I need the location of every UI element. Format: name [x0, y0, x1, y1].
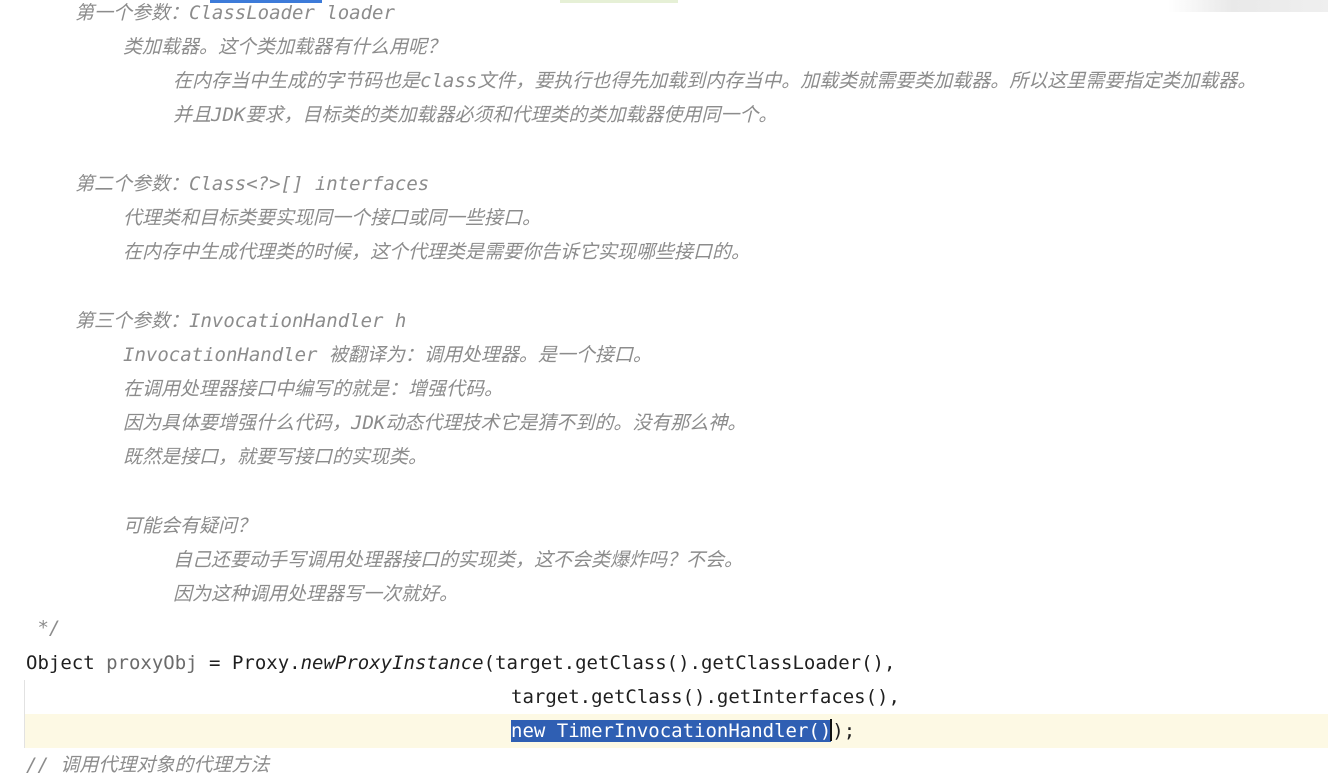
text-selection[interactable]: new TimerInvocationHandler() [511, 720, 832, 742]
comment-question-line1: 自己还要动手写调用处理器接口的实现类，这不会类爆炸吗？不会。 [173, 549, 744, 571]
comment-p3-title: 第三个参数：InvocationHandler h [75, 310, 407, 332]
comment-p3-line2: 在调用处理器接口中编写的就是：增强代码。 [123, 378, 504, 400]
variable-proxyobj: proxyObj [106, 652, 198, 674]
code-line-proxy-instance[interactable]: Object proxyObj = Proxy.newProxyInstance… [26, 646, 895, 680]
comment-p3-line3: 因为具体要增强什么代码，JDK动态代理技术它是猜不到的。没有那么神。 [123, 412, 747, 434]
comment-p1-line1: 类加载器。这个类加载器有什么用呢？ [123, 36, 447, 58]
indent-guide [24, 680, 25, 748]
comment-question-title: 可能会有疑问？ [123, 515, 257, 537]
comment-p2-line1: 代理类和目标类要实现同一个接口或同一些接口。 [123, 207, 542, 229]
comment-p1-title: 第一个参数：ClassLoader loader [75, 2, 395, 24]
comment-p2-line2: 在内存中生成代理类的时候，这个代理类是需要你告诉它实现哪些接口的。 [123, 241, 751, 263]
comment-question-line2: 因为这种调用处理器写一次就好。 [173, 583, 459, 605]
code-line-interfaces[interactable]: target.getClass().getInterfaces(), [511, 680, 900, 714]
comment-close: */ [26, 617, 61, 639]
method-newproxyinstance: newProxyInstance [300, 652, 484, 674]
comment-p3-line4: 既然是接口，就要写接口的实现类。 [123, 446, 428, 468]
comment-p3-line1: InvocationHandler 被翻译为：调用处理器。是一个接口。 [123, 344, 652, 366]
comment-p1-line2: 在内存当中生成的字节码也是class文件，要执行也得先加载到内存当中。加载类就需… [173, 70, 1257, 92]
highlight-strip [560, 0, 678, 3]
code-editor[interactable]: 第一个参数：ClassLoader loader 类加载器。这个类加载器有什么用… [0, 0, 1328, 783]
code-comment-call-proxy: // 调用代理对象的代理方法 [26, 754, 270, 776]
comment-p2-title: 第二个参数：Class<?>[] interfaces [75, 173, 430, 195]
type-object: Object [26, 652, 95, 674]
code-line-handler[interactable]: new TimerInvocationHandler()); [511, 714, 855, 748]
watermark [1168, 0, 1328, 12]
comment-p1-line3: 并且JDK要求，目标类的类加载器必须和代理类的类加载器使用同一个。 [173, 104, 778, 126]
